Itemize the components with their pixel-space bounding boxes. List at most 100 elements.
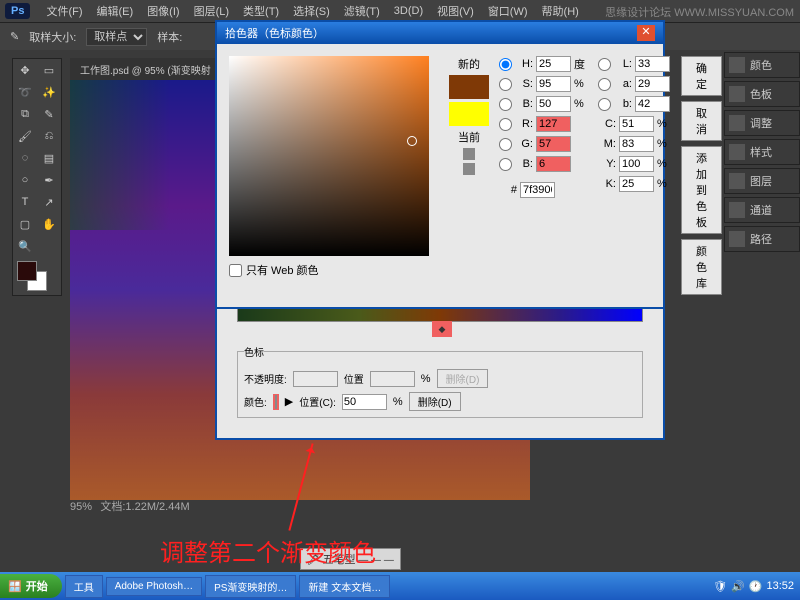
pos2-input[interactable] xyxy=(342,394,387,410)
s-unit: % xyxy=(574,78,588,90)
start-button[interactable]: 🪟 开始 xyxy=(0,574,62,598)
y-unit: % xyxy=(657,158,671,170)
color-lib-button[interactable]: 颜色库 xyxy=(681,239,722,295)
panel-adjust[interactable]: 调整 xyxy=(724,110,800,136)
close-icon[interactable]: ✕ xyxy=(637,25,655,41)
eyedropper-icon[interactable]: ✎ xyxy=(10,30,19,43)
current-color-swatch[interactable] xyxy=(449,102,489,126)
menu-filter[interactable]: 滤镜(T) xyxy=(338,0,386,22)
zoom-level[interactable]: 95% xyxy=(70,501,92,513)
marquee-tool[interactable]: ▭ xyxy=(37,59,61,81)
hand-tool[interactable]: ✋ xyxy=(37,213,61,235)
document-tab[interactable]: 工作图.psd @ 95% (渐变映射 xyxy=(70,58,221,81)
path-tool[interactable]: ↗ xyxy=(37,191,61,213)
menu-edit[interactable]: 编辑(E) xyxy=(91,0,140,22)
color-swatches[interactable] xyxy=(13,257,61,295)
saturation-value-field[interactable] xyxy=(229,56,429,256)
hex-input[interactable] xyxy=(520,182,555,198)
menu-3d[interactable]: 3D(D) xyxy=(388,2,429,20)
lasso-tool[interactable]: ➰ xyxy=(13,81,37,103)
clock[interactable]: 13:52 xyxy=(766,580,794,592)
eyedrop-tool[interactable]: ✎ xyxy=(37,103,61,125)
stamp-tool[interactable]: ⎌ xyxy=(37,125,61,147)
y-input[interactable] xyxy=(619,156,654,172)
a-radio[interactable] xyxy=(598,78,611,91)
l-radio[interactable] xyxy=(598,58,611,71)
m-input[interactable] xyxy=(619,136,654,152)
h-radio[interactable] xyxy=(499,58,512,71)
panel-styles[interactable]: 样式 xyxy=(724,139,800,165)
m-unit: % xyxy=(657,138,671,150)
s-input[interactable] xyxy=(536,76,571,92)
menu-file[interactable]: 文件(F) xyxy=(40,0,88,22)
sample-size-label: 取样大小: xyxy=(29,29,76,45)
stop-color-chip[interactable] xyxy=(275,395,277,409)
panel-layers[interactable]: 图层 xyxy=(724,168,800,194)
taskbar-item[interactable]: 新建 文本文档… xyxy=(299,575,390,598)
gradient-tool[interactable]: ▤ xyxy=(37,147,61,169)
menu-type[interactable]: 类型(T) xyxy=(237,0,285,22)
add-swatch-button[interactable]: 添加到色板 xyxy=(681,146,722,234)
menu-window[interactable]: 窗口(W) xyxy=(482,0,534,22)
zoom-tool[interactable]: 🔍 xyxy=(13,235,37,257)
panel-paths[interactable]: 路径 xyxy=(724,226,800,252)
eraser-tool[interactable]: ◌ xyxy=(13,147,37,169)
menu-layer[interactable]: 图层(L) xyxy=(188,0,235,22)
menu-view[interactable]: 视图(V) xyxy=(431,0,480,22)
taskbar-item[interactable]: PS渐变映射的… xyxy=(205,575,296,598)
ok-button[interactable]: 确定 xyxy=(681,56,722,96)
sample-size-select[interactable]: 取样点 xyxy=(86,28,147,46)
shape-tool[interactable]: ▢ xyxy=(13,213,37,235)
move-tool[interactable]: ✥ xyxy=(13,59,37,81)
watermark-text: 思缘设计论坛 WWW.MISSYUAN.COM xyxy=(605,4,794,20)
dialog-titlebar[interactable]: 拾色器（色标颜色） ✕ xyxy=(217,22,663,44)
tray-icon[interactable]: 🕐 xyxy=(749,580,763,593)
pen-tool[interactable]: ✒ xyxy=(37,169,61,191)
cancel-button[interactable]: 取消 xyxy=(681,101,722,141)
system-tray[interactable]: 🛡 🔊 🕐 13:52 xyxy=(707,580,800,593)
lab-b-radio[interactable] xyxy=(598,98,611,111)
k-input[interactable] xyxy=(619,176,654,192)
bb-input[interactable] xyxy=(536,156,571,172)
menu-help[interactable]: 帮助(H) xyxy=(536,0,585,22)
k-label: K: xyxy=(598,178,616,190)
panel-swatches[interactable]: 色板 xyxy=(724,81,800,107)
gradient-stop[interactable] xyxy=(432,321,452,337)
foreground-swatch[interactable] xyxy=(17,261,37,281)
taskbar-item[interactable]: Adobe Photosh… xyxy=(106,577,202,596)
panel-label: 图层 xyxy=(750,173,772,189)
chevron-right-icon[interactable]: ▶ xyxy=(285,395,293,408)
c-input[interactable] xyxy=(619,116,654,132)
blur-tool[interactable]: ○ xyxy=(13,169,37,191)
wand-tool[interactable]: ✨ xyxy=(37,81,61,103)
panel-channels[interactable]: 通道 xyxy=(724,197,800,223)
b-input[interactable] xyxy=(536,96,571,112)
r-radio[interactable] xyxy=(499,118,512,131)
ps-logo: Ps xyxy=(5,3,30,19)
crop-tool[interactable]: ⧉ xyxy=(13,103,37,125)
r-input[interactable] xyxy=(536,116,571,132)
warning-icon[interactable] xyxy=(463,148,475,160)
brush-tool[interactable]: 🖌 xyxy=(13,125,37,147)
delete2-button[interactable]: 删除(D) xyxy=(409,392,461,411)
h-input[interactable] xyxy=(536,56,571,72)
g-input[interactable] xyxy=(536,136,571,152)
extra-tool[interactable] xyxy=(37,235,61,257)
color-marker[interactable] xyxy=(407,136,417,146)
panel-color[interactable]: 颜色 xyxy=(724,52,800,78)
type-tool[interactable]: T xyxy=(13,191,37,213)
tray-icon[interactable]: 🔊 xyxy=(731,580,745,593)
web-only-checkbox[interactable] xyxy=(229,264,242,277)
menu-select[interactable]: 选择(S) xyxy=(287,0,336,22)
b-radio[interactable] xyxy=(499,98,512,111)
tray-icon[interactable]: 🛡 xyxy=(713,580,727,593)
bb-radio[interactable] xyxy=(499,158,512,171)
lab-b-input[interactable] xyxy=(635,96,670,112)
taskbar-item[interactable]: 工具 xyxy=(65,575,103,598)
cube-icon[interactable] xyxy=(463,163,475,175)
a-input[interactable] xyxy=(635,76,670,92)
g-radio[interactable] xyxy=(499,138,512,151)
menu-image[interactable]: 图像(I) xyxy=(141,0,185,22)
l-input[interactable] xyxy=(635,56,670,72)
s-radio[interactable] xyxy=(499,78,512,91)
